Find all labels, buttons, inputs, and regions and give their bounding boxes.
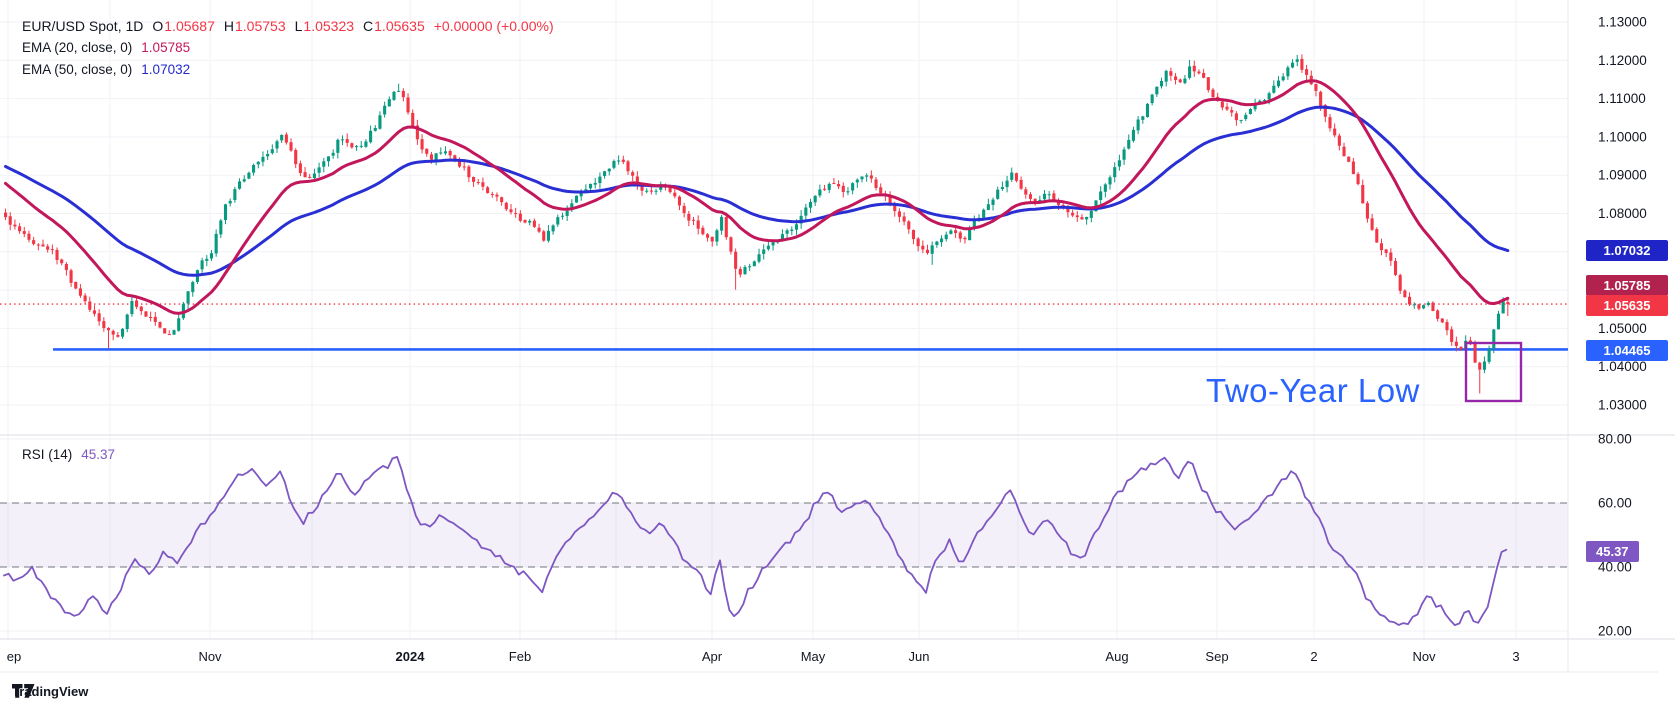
time-axis-label: 3 — [1512, 649, 1519, 664]
price-axis-label: 1.11000 — [1598, 91, 1646, 106]
axis-badge: 45.37 — [1586, 541, 1639, 562]
axis-badge: 1.05785 — [1586, 275, 1668, 296]
price-axis-label: 1.10000 — [1598, 129, 1647, 144]
price-axis-label: 1.05000 — [1598, 321, 1647, 336]
time-axis-label: May — [801, 649, 826, 664]
price-axis-label: 1.04000 — [1598, 359, 1647, 374]
time-axis-label: Sep — [1205, 649, 1228, 664]
chart-canvas[interactable]: 1.13000 1.12000 1.11000 1.10000 1.09000 1.080… — [0, 0, 1675, 718]
time-axis-label: 2 — [1310, 649, 1317, 664]
ema50-line — [6, 107, 1508, 275]
axis-badge: 1.05635 — [1586, 295, 1668, 316]
tradingview-logo-icon — [12, 684, 35, 699]
time-axis[interactable]: ep Nov 2024 Feb Apr May Jun Aug Sep 2 Nov 3 — [7, 649, 1520, 664]
candlestick-series — [4, 54, 1509, 393]
ema50-label: EMA (50, close, 0) — [22, 62, 132, 77]
tradingview-chart-window: 1.13000 1.12000 1.11000 1.10000 1.09000 1.080… — [0, 0, 1675, 718]
rsi-legend-row[interactable]: RSI (14) 45.37 — [22, 447, 115, 462]
open-label: O — [152, 18, 163, 34]
high-value: 1.05753 — [235, 18, 286, 34]
close-label: C — [363, 18, 373, 34]
time-axis-label: Apr — [702, 649, 723, 664]
time-axis-label: ep — [7, 649, 21, 664]
time-axis-label: Jun — [909, 649, 930, 664]
rsi-axis-label: 20.00 — [1598, 624, 1632, 639]
rsi-label: RSI (14) — [22, 447, 72, 462]
ema20-line — [6, 81, 1508, 314]
rsi-axis-label: 40.00 — [1598, 560, 1632, 575]
close-value: 1.05635 — [374, 18, 425, 34]
ema50-value: 1.07032 — [141, 62, 190, 77]
ema20-value: 1.05785 — [141, 40, 190, 55]
time-axis-label: 2024 — [396, 649, 426, 664]
price-axis-label: 1.09000 — [1598, 168, 1647, 183]
tradingview-logo[interactable]: TradingView — [12, 684, 88, 699]
two-year-low-annotation[interactable]: Two-Year Low — [1206, 372, 1420, 410]
time-axis-label: Feb — [509, 649, 531, 664]
ema20-label: EMA (20, close, 0) — [22, 40, 132, 55]
ema50-legend-row[interactable]: EMA (50, close, 0) 1.07032 — [22, 62, 190, 77]
symbol-title: EUR/USD Spot, 1D — [22, 18, 143, 34]
rsi-band — [0, 503, 1568, 567]
symbol-legend-row[interactable]: EUR/USD Spot, 1D O1.05687 H1.05753 L1.05… — [22, 18, 554, 34]
axis-badge: 1.07032 — [1586, 240, 1668, 261]
axis-badge: 1.04465 — [1586, 340, 1668, 361]
low-value: 1.05323 — [303, 18, 354, 34]
rsi-axis-label: 80.00 — [1598, 432, 1632, 447]
open-value: 1.05687 — [164, 18, 215, 34]
low-label: L — [295, 18, 303, 34]
time-axis-label: Nov — [1412, 649, 1436, 664]
price-axis-label: 1.08000 — [1598, 206, 1647, 221]
ema20-legend-row[interactable]: EMA (20, close, 0) 1.05785 — [22, 40, 190, 55]
change-value: +0.00000 (+0.00%) — [434, 18, 554, 34]
rsi-axis-label: 60.00 — [1598, 496, 1632, 511]
price-axis-label: 1.13000 — [1598, 15, 1647, 30]
price-axis-label: 1.12000 — [1598, 53, 1647, 68]
rsi-value: 45.37 — [81, 447, 115, 462]
time-axis-label: Aug — [1105, 649, 1128, 664]
price-axis-label: 1.03000 — [1598, 398, 1647, 413]
high-label: H — [224, 18, 234, 34]
time-axis-label: Nov — [198, 649, 222, 664]
